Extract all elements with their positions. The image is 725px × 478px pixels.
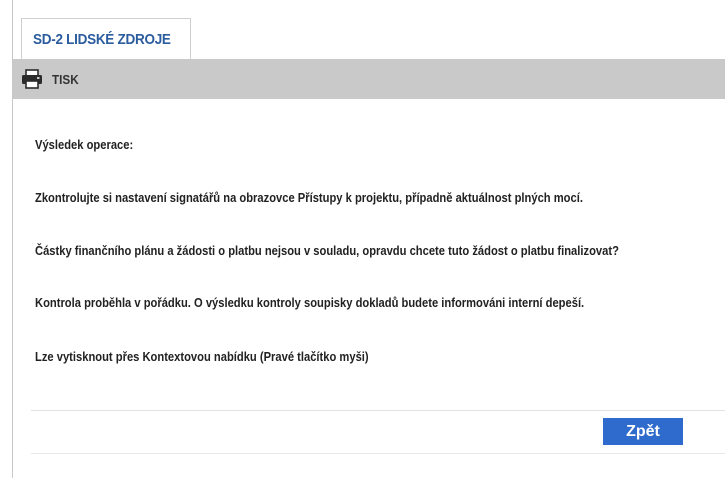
tab-label: SD-2 LIDSKÉ ZDROJE — [33, 31, 171, 48]
tab-sd2-lidske-zdroje[interactable]: SD-2 LIDSKÉ ZDROJE — [21, 18, 191, 59]
printer-icon — [21, 69, 43, 89]
message-financial-plan: Částky finančního plánu a žádosti o plat… — [35, 243, 619, 258]
message-signatories: Zkontrolujte si nastavení signatářů na o… — [35, 190, 583, 205]
toolbar: TISK — [13, 59, 725, 99]
back-button[interactable]: Zpět — [603, 418, 683, 445]
footer-divider — [31, 453, 725, 454]
print-label: TISK — [52, 71, 79, 87]
message-check-ok: Kontrola proběhla v pořádku. O výsledku … — [35, 295, 585, 310]
operation-result-heading: Výsledek operace: — [35, 137, 134, 152]
divider — [31, 410, 725, 411]
dialog-window: SD-2 LIDSKÉ ZDROJE TISK Výsledek operace… — [12, 0, 725, 478]
tab-strip: SD-2 LIDSKÉ ZDROJE — [13, 0, 725, 59]
message-print-hint: Lze vytisknout přes Kontextovou nabídku … — [35, 349, 369, 364]
print-button[interactable]: TISK — [21, 65, 82, 93]
